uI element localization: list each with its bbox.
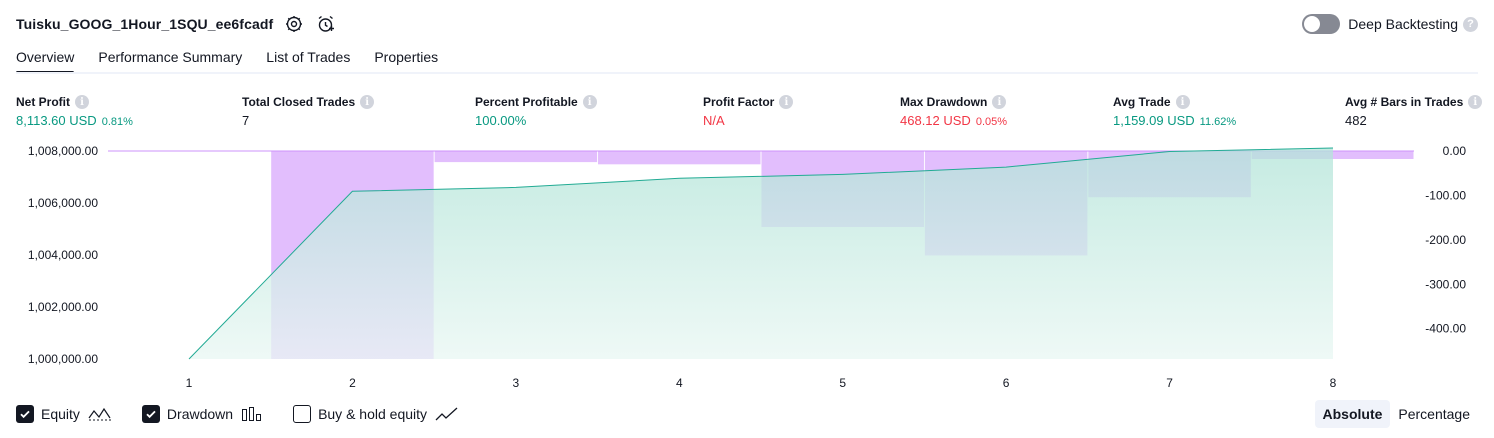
equity-label: Equity: [41, 406, 80, 422]
tab-properties[interactable]: Properties: [374, 46, 438, 74]
metric-value: 1,159.09 USD: [1113, 113, 1195, 128]
metric-title: Profit Factor: [703, 95, 775, 109]
left-axis-tick-label: 1,006,000.00: [28, 196, 98, 210]
right-axis-tick-label: -400.00: [1425, 322, 1466, 336]
right-axis-tick-label: -200.00: [1425, 233, 1466, 247]
buy-hold-checkbox[interactable]: [293, 405, 312, 423]
metric-percent: 0.05%: [975, 116, 1008, 128]
chart-legend: Equity Drawdown Buy & hold equity: [16, 402, 489, 426]
metric-avg-trade: Avg Trade i 1,159.09 USD 11.62%: [1113, 94, 1236, 129]
tabs-divider: [16, 72, 1478, 74]
x-axis-tick-label: 3: [513, 376, 520, 390]
metric-percent: 11.62%: [1199, 116, 1237, 128]
buy-hold-line-icon: [435, 406, 459, 422]
metric-value: N/A: [703, 113, 725, 128]
metric-value: 100.00%: [475, 113, 527, 128]
alarm-add-icon[interactable]: [315, 13, 337, 35]
drawdown-bars-icon: [241, 406, 263, 422]
metric-percent-profitable: Percent Profitable i 100.00%: [475, 94, 597, 129]
right-axis-tick-label: 0.00: [1443, 144, 1467, 158]
gear-icon[interactable]: [283, 13, 305, 35]
tab-list-of-trades[interactable]: List of Trades: [266, 46, 350, 74]
x-axis-tick-label: 4: [676, 376, 683, 390]
metric-title: Net Profit: [16, 95, 70, 109]
right-axis-tick-label: -300.00: [1425, 277, 1466, 291]
drawdown-bar: [434, 151, 598, 163]
drawdown-bar: [598, 151, 761, 165]
metric-title: Total Closed Trades: [242, 95, 356, 109]
metric-title: Percent Profitable: [475, 95, 578, 109]
info-icon[interactable]: i: [1468, 95, 1483, 109]
metric-profit-factor: Profit Factor i N/A: [703, 94, 794, 129]
drawdown-label: Drawdown: [166, 406, 234, 422]
tab-performance-summary[interactable]: Performance Summary: [98, 46, 242, 74]
metric-max-drawdown: Max Drawdown i 468.12 USD 0.05%: [900, 94, 1007, 129]
left-axis-tick-label: 1,002,000.00: [28, 300, 98, 314]
mode-absolute[interactable]: Absolute: [1314, 400, 1391, 428]
value-mode-switch: Absolute Percentage: [1314, 400, 1479, 428]
buy-hold-toggle[interactable]: Buy & hold equity: [293, 405, 459, 423]
metric-value: 468.12 USD: [900, 113, 971, 128]
equity-checkbox[interactable]: [16, 405, 34, 423]
metric-total-closed-trades: Total Closed Trades i 7: [242, 94, 375, 129]
equity-chart[interactable]: 1,008,000.00 1,006,000.00 1,004,000.00 1,00…: [0, 138, 1494, 396]
tab-overview[interactable]: Overview: [16, 46, 75, 74]
equity-line-icon: [88, 406, 112, 422]
info-icon[interactable]: i: [992, 95, 1007, 109]
info-icon[interactable]: i: [582, 95, 597, 109]
deep-backtesting-label: Deep Backtesting: [1348, 16, 1458, 32]
help-icon[interactable]: ?: [1463, 16, 1478, 32]
metric-title: Avg Trade: [1113, 95, 1171, 109]
buy-hold-label: Buy & hold equity: [318, 406, 428, 422]
deep-backtesting-toggle[interactable]: [1302, 14, 1341, 34]
deep-backtesting: Deep Backtesting ?: [1302, 12, 1478, 36]
mode-percentage[interactable]: Percentage: [1390, 400, 1478, 428]
info-icon[interactable]: i: [360, 95, 375, 109]
metric-value: 482: [1345, 113, 1367, 128]
report-header: Tuisku_GOOG_1Hour_1SQU_ee6fcadf: [16, 12, 337, 36]
info-icon[interactable]: i: [75, 95, 89, 109]
x-axis-tick-label: 7: [1166, 376, 1173, 390]
info-icon[interactable]: i: [1175, 95, 1190, 109]
metric-value: 7: [242, 113, 250, 128]
toggle-knob: [1304, 16, 1321, 32]
x-axis-tick-label: 5: [839, 376, 846, 390]
metric-percent: 0.81%: [101, 116, 133, 128]
metric-title: Avg # Bars in Trades: [1345, 95, 1464, 109]
x-axis-tick-label: 8: [1330, 376, 1337, 390]
info-icon[interactable]: i: [779, 95, 794, 109]
right-axis-tick-label: -100.00: [1425, 188, 1466, 202]
left-axis-tick-label: 1,000,000.00: [28, 352, 98, 366]
x-axis-tick-label: 1: [186, 376, 193, 390]
equity-chart-svg: 1,008,000.00 1,006,000.00 1,004,000.00 1,00…: [28, 144, 1467, 390]
left-axis-tick-label: 1,008,000.00: [28, 144, 98, 158]
metric-value: 8,113.60 USD: [16, 113, 97, 128]
left-axis-tick-label: 1,004,000.00: [28, 248, 98, 262]
metric-avg-bars-in-trades: Avg # Bars in Trades i 482: [1345, 94, 1483, 129]
drawdown-toggle[interactable]: Drawdown: [141, 405, 263, 423]
equity-toggle[interactable]: Equity: [16, 405, 112, 423]
metric-net-profit: Net Profit i 8,113.60 USD 0.81%: [16, 94, 133, 129]
x-axis-tick-label: 6: [1003, 376, 1010, 390]
strategy-name: Tuisku_GOOG_1Hour_1SQU_ee6fcadf: [16, 16, 274, 32]
x-axis-tick-label: 2: [349, 376, 356, 390]
drawdown-checkbox[interactable]: [141, 405, 160, 423]
metric-title: Max Drawdown: [900, 95, 988, 109]
